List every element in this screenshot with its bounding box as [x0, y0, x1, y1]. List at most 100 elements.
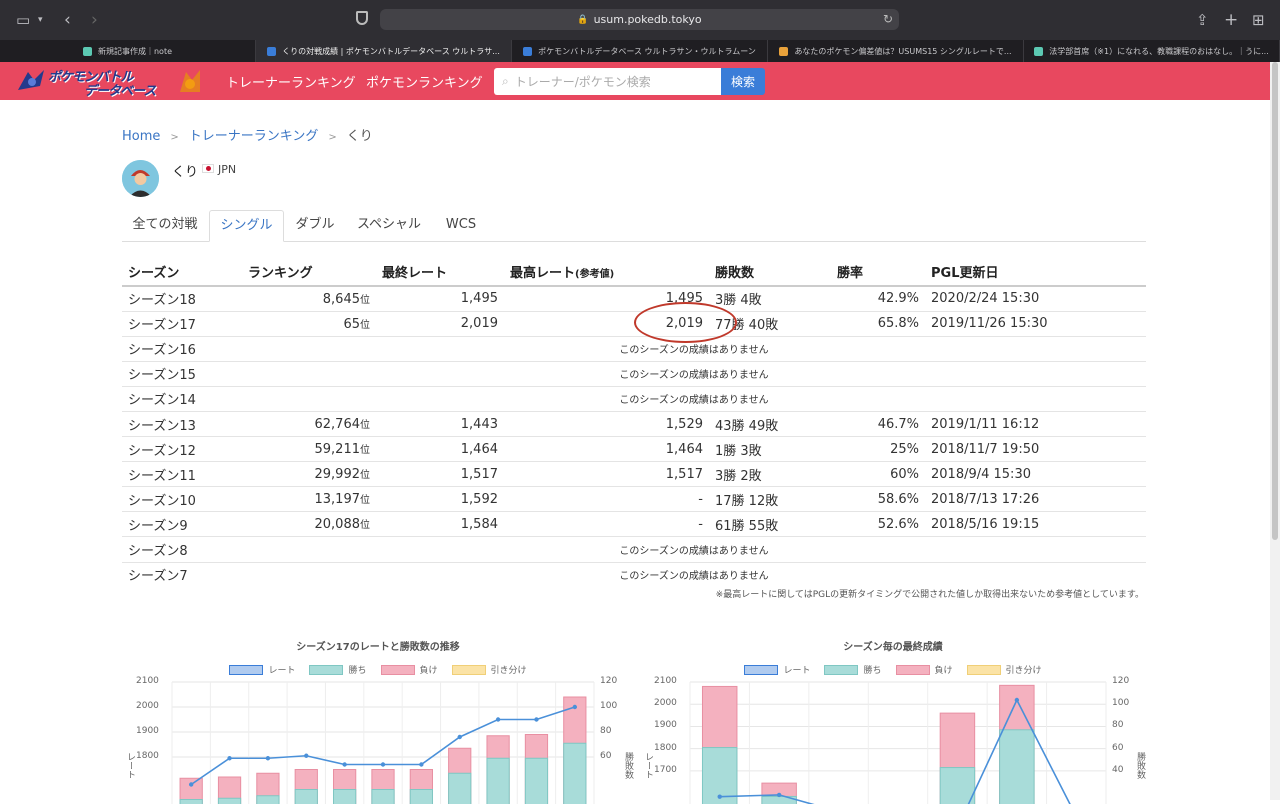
win-loss-cell: 61勝 55敗 — [709, 512, 831, 537]
table-row: シーズン188,645位1,4951,4953勝 4敗42.9%2020/2/2… — [122, 286, 1146, 311]
final-rate-cell: 1,584 — [376, 512, 504, 537]
legend-item[interactable]: 引き分け — [452, 663, 527, 676]
pgl-date-cell: 2018/7/13 17:26 — [925, 487, 1146, 512]
ranking-cell: 62,764位 — [242, 411, 376, 436]
final-rate-cell: 2,019 — [376, 311, 504, 336]
y-tick-label: 1800 — [654, 743, 677, 753]
max-rate-cell: 1,529 — [504, 411, 709, 436]
legend-item[interactable]: 負け — [896, 663, 953, 676]
favicon-icon — [83, 47, 92, 56]
browser-toolbar: ▭ ▾ ‹ › 🔒 usum.pokedb.tokyo ↻ ⇪ + ⊞ — [0, 0, 1280, 40]
site-logo[interactable]: ポケモンバトル データベース — [14, 66, 204, 96]
browser-tab[interactable]: ポケモンバトルデータベース ウルトラサン・ウルトラムーン — [512, 40, 768, 62]
chevron-down-icon[interactable]: ▾ — [38, 10, 43, 30]
final-rate-cell: 1,464 — [376, 437, 504, 462]
browser-tab[interactable]: 法学部首席（※1）になれる、教職課程のおはなし。｜うに... — [1024, 40, 1280, 62]
rate-point — [342, 762, 346, 766]
sidebar-icon[interactable]: ▭ — [16, 10, 30, 30]
y-axis-label: レート — [124, 752, 137, 779]
legend-item[interactable]: レート — [744, 663, 810, 676]
table-row: シーズン1259,211位1,4641,4641勝 3敗25%2018/11/7… — [122, 437, 1146, 462]
legend-item[interactable]: レート — [229, 663, 295, 676]
season-cell: シーズン13 — [122, 411, 242, 436]
scrollbar-thumb[interactable] — [1272, 62, 1278, 540]
legend-item[interactable]: 勝ち — [309, 663, 366, 676]
tab-wcs[interactable]: WCS — [434, 210, 488, 242]
y2-tick-label: 120 — [600, 676, 617, 686]
season-cell: シーズン17 — [122, 311, 242, 336]
browser-tab[interactable]: あなたのポケモン偏差値は？USUMS15 シングルレートで... — [768, 40, 1024, 62]
forward-icon[interactable]: › — [91, 10, 98, 30]
bar-win — [410, 790, 432, 804]
search-input[interactable]: ⌕ トレーナー/ポケモン検索 — [494, 68, 721, 95]
browser-tab[interactable]: くりの対戦成績 | ポケモンバトルデータベース ウルトラサ... — [256, 40, 512, 62]
ranking-suffix: 位 — [360, 295, 370, 306]
share-icon[interactable]: ⇪ — [1196, 10, 1209, 30]
search-button[interactable]: 検索 — [721, 68, 765, 95]
tab-double[interactable]: ダブル — [284, 210, 346, 242]
col-max-rate: 最高レート(参考値) — [504, 258, 709, 286]
col-ranking: ランキング — [242, 258, 376, 286]
bar-win — [1000, 730, 1034, 804]
col-win-loss: 勝敗数 — [709, 258, 831, 286]
tab-bar: 新規記事作成｜note くりの対戦成績 | ポケモンバトルデータベース ウルトラサ… — [0, 40, 1280, 62]
user-name: くり — [172, 161, 198, 180]
address-bar[interactable]: 🔒 usum.pokedb.tokyo ↻ — [380, 9, 899, 30]
ranking-value: 29,992 — [315, 467, 361, 482]
no-record-cell: このシーズンの成績はありません — [242, 562, 1146, 587]
win-rate-cell: 46.7% — [831, 411, 925, 436]
page-scrollbar[interactable] — [1270, 62, 1280, 800]
back-icon[interactable]: ‹ — [64, 10, 71, 30]
no-record-cell: このシーズンの成績はありません — [242, 386, 1146, 411]
y-tick-label: 1900 — [654, 720, 677, 730]
season-cell: シーズン11 — [122, 462, 242, 487]
legend-item[interactable]: 勝ち — [824, 663, 881, 676]
max-rate-cell: - — [504, 487, 709, 512]
nav-pokemon-ranking[interactable]: ポケモンランキング — [366, 72, 483, 91]
shield-icon[interactable] — [356, 11, 368, 25]
ranking-suffix: 位 — [360, 520, 370, 531]
browser-tab-title: ポケモンバトルデータベース ウルトラサン・ウルトラムーン — [538, 46, 756, 57]
nav-trainer-ranking[interactable]: トレーナーランキング — [226, 72, 356, 91]
site-header: ポケモンバトル データベース トレーナーランキング ポケモンランキング ⌕ トレ… — [0, 62, 1270, 100]
win-rate-cell: 42.9% — [831, 286, 925, 311]
ranking-cell: 65位 — [242, 311, 376, 336]
table-row: シーズン15このシーズンの成績はありません — [122, 361, 1146, 386]
tab-all-battles[interactable]: 全ての対戦 — [122, 210, 208, 242]
legend-label: レート — [783, 663, 810, 676]
final-rate-cell: 1,517 — [376, 462, 504, 487]
reload-icon[interactable]: ↻ — [883, 12, 893, 26]
season-cell: シーズン9 — [122, 512, 242, 537]
legend-swatch — [381, 665, 415, 675]
breadcrumb-home[interactable]: Home — [122, 129, 160, 144]
breadcrumb-separator: > — [170, 132, 178, 143]
rate-point — [777, 793, 781, 797]
browser-tab[interactable]: 新規記事作成｜note — [0, 40, 256, 62]
legend-item[interactable]: 引き分け — [967, 663, 1042, 676]
pgl-date-cell: 2020/2/24 15:30 — [925, 286, 1146, 311]
pgl-date-cell: 2018/9/4 15:30 — [925, 462, 1146, 487]
y2-tick-label: 80 — [1112, 720, 1123, 730]
search-placeholder: トレーナー/ポケモン検索 — [515, 73, 651, 90]
browser-tab-title: 新規記事作成｜note — [98, 46, 172, 57]
season-cell: シーズン7 — [122, 562, 242, 587]
ranking-suffix: 位 — [360, 320, 370, 331]
tab-special[interactable]: スペシャル — [348, 210, 430, 242]
breadcrumb-trainer-ranking[interactable]: トレーナーランキング — [189, 129, 319, 144]
legend-item[interactable]: 負け — [381, 663, 438, 676]
breadcrumb-current: くり — [347, 129, 373, 144]
no-record-cell: このシーズンの成績はありません — [242, 361, 1146, 386]
tab-overview-icon[interactable]: ⊞ — [1252, 10, 1265, 30]
season-cell: シーズン15 — [122, 361, 242, 386]
season-records-table: シーズン ランキング 最終レート 最高レート(参考値) 勝敗数 勝率 PGL更新… — [122, 258, 1146, 587]
browser-tab-title: 法学部首席（※1）になれる、教職課程のおはなし。｜うに... — [1049, 46, 1268, 57]
rate-point — [266, 756, 270, 760]
chart-plot — [640, 676, 1146, 804]
ranking-value: 13,197 — [315, 492, 361, 507]
url-text: usum.pokedb.tokyo — [594, 13, 702, 26]
table-row: シーズン14このシーズンの成績はありません — [122, 386, 1146, 411]
y2-tick-label: 100 — [600, 701, 617, 711]
tab-single[interactable]: シングル — [209, 210, 284, 242]
new-tab-icon[interactable]: + — [1224, 10, 1238, 30]
ranking-suffix: 位 — [360, 470, 370, 481]
